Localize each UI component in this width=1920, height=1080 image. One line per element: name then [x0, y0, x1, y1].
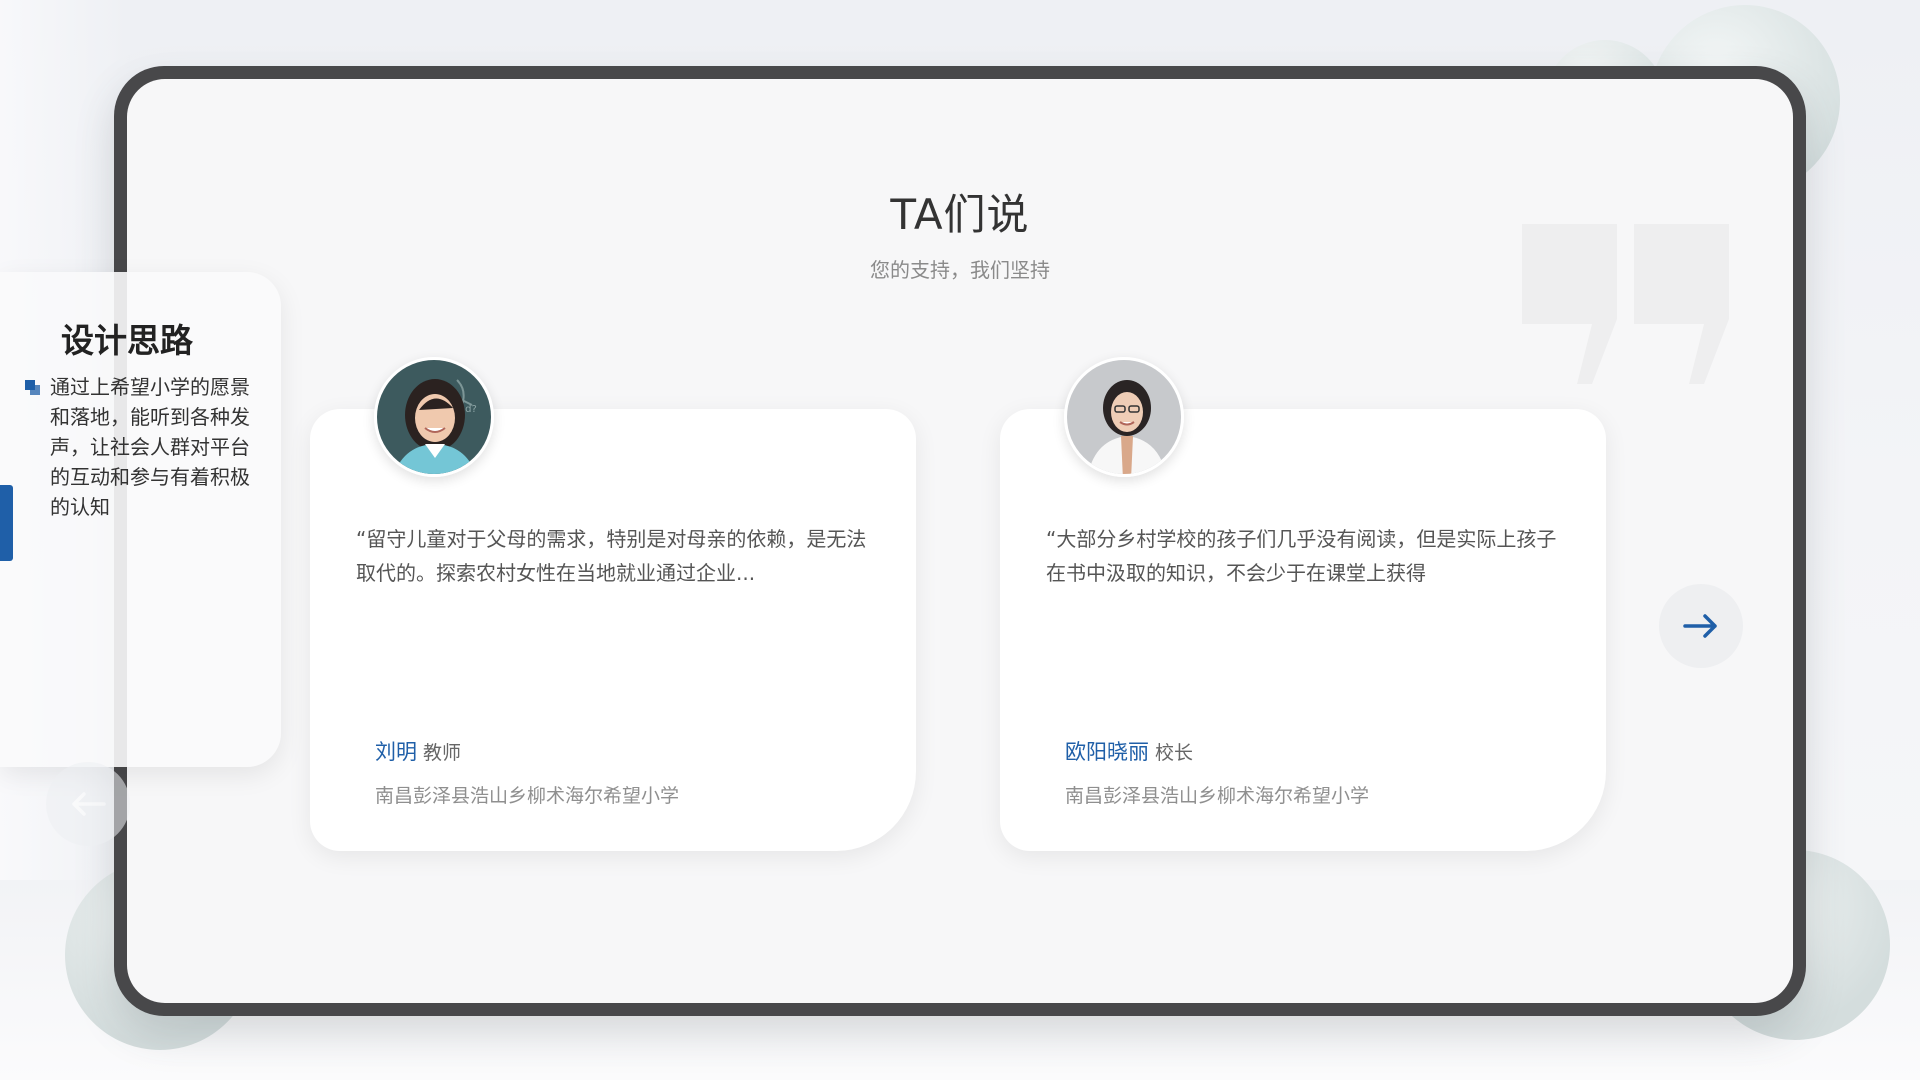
- note-icon: [25, 380, 40, 395]
- testimonial-quote: “留守儿童对于父母的需求，特别是对母亲的依赖，是无法取代的。探索农村女性在当地就…: [356, 527, 867, 585]
- author-school: 南昌彭泽县浩山乡柳术海尔希望小学: [1065, 785, 1370, 807]
- author-line: 刘明 教师: [375, 736, 461, 766]
- arrow-left-icon: [72, 792, 106, 816]
- avatar: [1064, 357, 1184, 477]
- testimonial-card: “大部分乡村学校的孩子们几乎没有阅读，但是实际上孩子在书中汲取的知识，不会少于在…: [1000, 357, 1606, 851]
- next-button[interactable]: [1659, 584, 1743, 668]
- author-line: 欧阳晓丽 校长: [1065, 736, 1193, 766]
- testimonial-quote: “大部分乡村学校的孩子们几乎没有阅读，但是实际上孩子在书中汲取的知识，不会少于在…: [1046, 527, 1557, 585]
- author-role: 教师: [423, 742, 462, 764]
- tablet-device-frame: TA们说 您的支持，我们坚持 ad? “留守儿童对于父母的需求，特别是对母亲的依…: [114, 66, 1806, 1016]
- arrow-right-icon: [1683, 614, 1717, 638]
- panel-accent-bar: [0, 485, 13, 561]
- prev-button[interactable]: [46, 762, 130, 846]
- author-school: 南昌彭泽县浩山乡柳术海尔希望小学: [375, 785, 680, 807]
- testimonial-card: ad? “留守儿童对于父母的需求，特别是对母亲的依赖，是无法取代的。探索农村女性…: [310, 357, 916, 851]
- quote-mark-icon: [1522, 224, 1729, 384]
- design-notes-panel: 设计思路 通过上希望小学的愿景和落地，能听到各种发声，让社会人群对平台的互动和参…: [0, 272, 281, 846]
- author-name: 刘明: [375, 740, 417, 764]
- panel-text: 通过上希望小学的愿景和落地，能听到各种发声，让社会人群对平台的互动和参与有着积极…: [50, 375, 250, 519]
- author-name: 欧阳晓丽: [1065, 740, 1149, 764]
- panel-title: 设计思路: [61, 321, 193, 360]
- avatar: ad?: [374, 357, 494, 477]
- tablet-screen: TA们说 您的支持，我们坚持 ad? “留守儿童对于父母的需求，特别是对母亲的依…: [127, 79, 1793, 1003]
- author-role: 校长: [1155, 742, 1194, 764]
